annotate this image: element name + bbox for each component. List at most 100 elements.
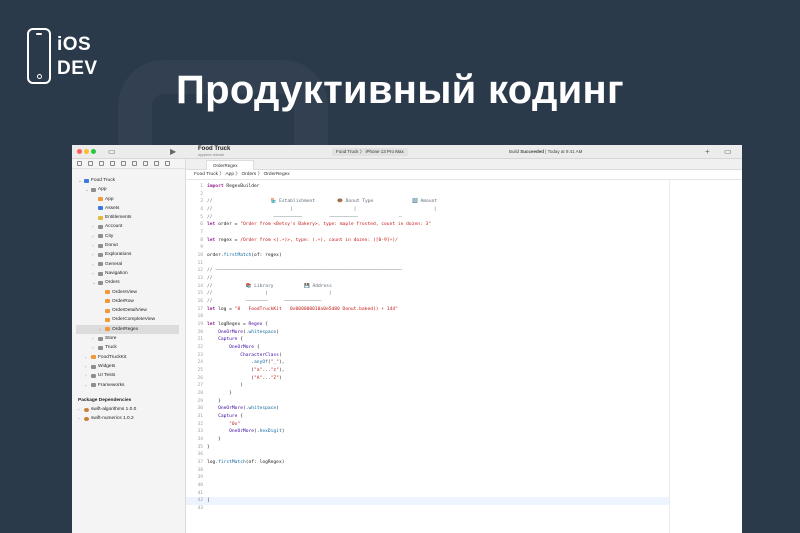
run-icon[interactable]: ▶ xyxy=(170,147,176,157)
symbol-icon[interactable] xyxy=(99,161,104,166)
tab-orderregex[interactable]: OrderRegex xyxy=(206,160,254,170)
code-line[interactable]: 12 // ———————————————————————————————————… xyxy=(186,267,669,275)
package-item[interactable]: › swift-algorithms 1.0.0 xyxy=(72,405,185,414)
code-line[interactable]: 24 .anyOf("_"), xyxy=(186,359,669,367)
navigator-item[interactable]: OrderDetailView xyxy=(72,306,185,315)
test-icon[interactable] xyxy=(132,161,137,166)
code-line[interactable]: 6 let order = "Order from <Betsy's Bakery… xyxy=(186,221,669,229)
chevron-icon[interactable]: › xyxy=(85,353,87,362)
code-line[interactable]: 4 // | | | xyxy=(186,206,669,214)
chevron-icon[interactable]: › xyxy=(92,241,94,250)
navigator-item[interactable]: › Donut xyxy=(72,241,185,250)
code-line[interactable]: 5 // ————————————— ————————————— — xyxy=(186,214,669,222)
find-icon[interactable] xyxy=(110,161,115,166)
code-line[interactable]: 37 log.firstMatch(of: logRegex) xyxy=(186,459,669,467)
breadcrumb[interactable]: Food Truck 〉 App 〉 Orders 〉 OrderRegex xyxy=(186,170,742,180)
navigator-item[interactable]: › OrderRegex xyxy=(76,324,179,335)
navigator-item[interactable]: ⌄ Food Truck xyxy=(72,176,185,185)
chevron-icon[interactable]: › xyxy=(92,232,94,241)
chevron-icon[interactable]: › xyxy=(92,250,94,259)
navigator-item[interactable]: › City xyxy=(72,232,185,241)
code-line[interactable]: 40 xyxy=(186,482,669,490)
add-icon[interactable]: + xyxy=(705,147,710,157)
code-line[interactable]: 13 // xyxy=(186,275,669,283)
inspector-toggle-icon[interactable]: ▭ xyxy=(724,147,732,157)
code-line[interactable]: 42 | xyxy=(186,497,669,506)
code-line[interactable]: 31 Capture { xyxy=(186,413,669,421)
code-line[interactable]: 43 xyxy=(186,505,669,513)
navigator-item[interactable]: › Account xyxy=(72,222,185,231)
navigator-item[interactable]: › Navigation xyxy=(72,269,185,278)
code-line[interactable]: 19 let logRegex = Regex { xyxy=(186,321,669,329)
navigator-item[interactable]: ⌄ Orders xyxy=(72,278,185,287)
navigator-item[interactable]: OrdersView xyxy=(72,288,185,297)
navigator-item[interactable]: App xyxy=(72,195,185,204)
code-line[interactable]: 33 OneOrMore(.hexDigit) xyxy=(186,428,669,436)
code-line[interactable]: 22 OneOrMore { xyxy=(186,344,669,352)
chevron-icon[interactable]: › xyxy=(92,269,94,278)
code-line[interactable]: 10 order.firstMatch(of: regex) xyxy=(186,252,669,260)
navigator-item[interactable]: ⌄ App xyxy=(72,185,185,194)
navigator-item[interactable]: Entitlements xyxy=(72,213,185,222)
code-line[interactable]: 11 xyxy=(186,260,669,268)
chevron-icon[interactable]: › xyxy=(78,405,80,414)
package-item[interactable]: › swift-numerics 1.0.2 xyxy=(72,414,185,423)
code-line[interactable]: 18 xyxy=(186,313,669,321)
code-line[interactable]: 14 // 📚 Library 💾 Address xyxy=(186,283,669,291)
code-line[interactable]: 25 ("a"..."z"), xyxy=(186,367,669,375)
navigator-item[interactable]: OrderCompleteView xyxy=(72,315,185,324)
breakpoint-icon[interactable] xyxy=(154,161,159,166)
chevron-icon[interactable]: › xyxy=(85,362,87,371)
source-control-icon[interactable] xyxy=(88,161,93,166)
navigator-item[interactable]: OrderRow xyxy=(72,297,185,306)
code-line[interactable]: 9 xyxy=(186,244,669,252)
chevron-icon[interactable]: › xyxy=(92,222,94,231)
navigator-item[interactable]: Assets xyxy=(72,204,185,213)
code-line[interactable]: 34 } xyxy=(186,436,669,444)
chevron-icon[interactable]: ⌄ xyxy=(78,176,82,185)
code-line[interactable]: 38 xyxy=(186,467,669,475)
code-line[interactable]: 7 xyxy=(186,229,669,237)
code-line[interactable]: 39 xyxy=(186,474,669,482)
scheme-selector[interactable]: Food Truck 〉 iPhone 13 Pro Max xyxy=(332,148,408,156)
code-line[interactable]: 2 xyxy=(186,191,669,199)
code-line[interactable]: 27 ) xyxy=(186,382,669,390)
code-line[interactable]: 29 } xyxy=(186,398,669,406)
code-line[interactable]: 21 Capture { xyxy=(186,336,669,344)
code-line[interactable]: 28 } xyxy=(186,390,669,398)
code-line[interactable]: 3 // 🏪 Establishment 🍩 Donut Type 🔢 Amoun… xyxy=(186,198,669,206)
code-line[interactable]: 16 // —————————— ————————————————— xyxy=(186,298,669,306)
code-line[interactable]: 26 ("A"..."Z") xyxy=(186,375,669,383)
code-editor[interactable]: 1 import RegexBuilder 2 3// 🏪 Establishment… xyxy=(186,180,669,533)
code-line[interactable]: 17 let log = "0 FoodTruckKit 0x000000010a… xyxy=(186,306,669,314)
chevron-icon[interactable]: › xyxy=(92,343,94,352)
code-line[interactable]: 15 // | | xyxy=(186,290,669,298)
navigator-item[interactable]: › Widgets xyxy=(72,362,185,371)
chevron-icon[interactable]: › xyxy=(92,334,94,343)
report-icon[interactable] xyxy=(165,161,170,166)
issue-icon[interactable] xyxy=(121,161,126,166)
chevron-icon[interactable]: › xyxy=(99,325,101,334)
chevron-icon[interactable]: ⌄ xyxy=(92,278,96,287)
chevron-icon[interactable]: › xyxy=(85,371,87,380)
folder-icon[interactable] xyxy=(77,161,82,166)
code-line[interactable]: 32 "0x" xyxy=(186,421,669,429)
debug-icon[interactable] xyxy=(143,161,148,166)
code-line[interactable]: 20 OneOrMore(.whitespace) xyxy=(186,329,669,337)
navigator-item[interactable]: › Frameworks xyxy=(72,381,185,390)
chevron-icon[interactable]: › xyxy=(78,414,80,423)
navigator-item[interactable]: › Explorations xyxy=(72,250,185,259)
code-line[interactable]: 23 CharacterClass( xyxy=(186,352,669,360)
code-line[interactable]: 35} xyxy=(186,444,669,452)
minimize-window-button[interactable] xyxy=(84,149,89,154)
chevron-icon[interactable]: ⌄ xyxy=(85,185,89,194)
code-line[interactable]: 30 OneOrMore(.whitespace) xyxy=(186,405,669,413)
sidebar-toggle-icon[interactable]: ▭ xyxy=(108,147,116,157)
navigator-item[interactable]: › Store xyxy=(72,334,185,343)
navigator-item[interactable]: › UI Tests xyxy=(72,371,185,380)
chevron-icon[interactable]: › xyxy=(85,381,87,390)
navigator-item[interactable]: › FoodTruckKit xyxy=(72,353,185,362)
code-line[interactable]: 1 import RegexBuilder xyxy=(186,183,669,191)
code-line[interactable]: 8 let regex = /Order from <(.+)>, type: (… xyxy=(186,237,669,245)
navigator-item[interactable]: › General xyxy=(72,260,185,269)
